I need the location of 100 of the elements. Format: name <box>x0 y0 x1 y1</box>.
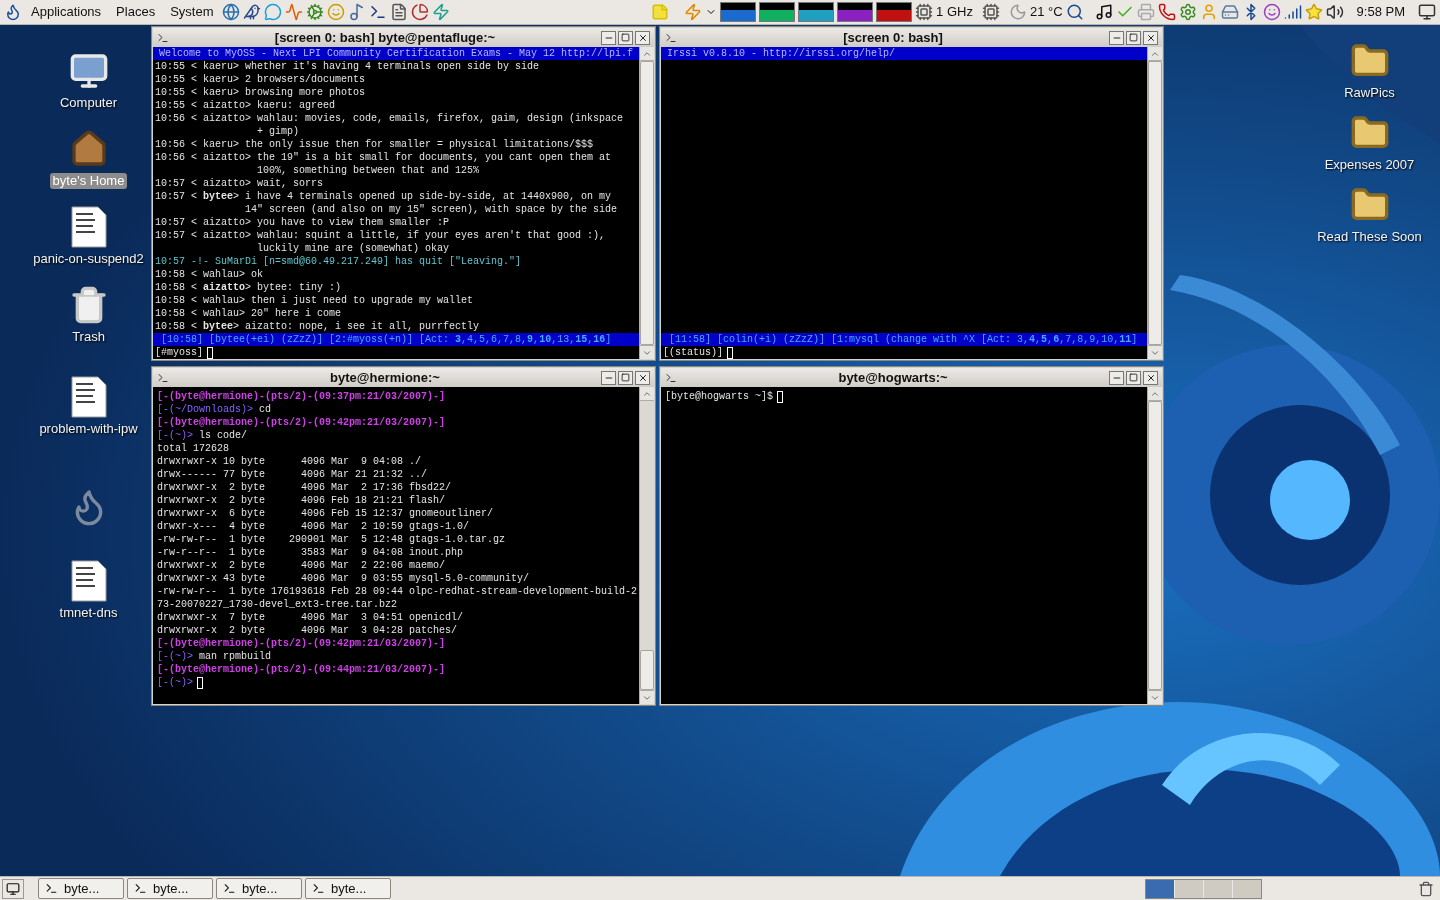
input-prompt: [(status)] <box>663 346 723 359</box>
drive-icon[interactable] <box>1220 3 1239 21</box>
taskbar-button[interactable]: byte... <box>127 878 213 899</box>
trash-icon[interactable] <box>1418 880 1434 897</box>
moon-icon <box>1008 3 1027 21</box>
title-bar[interactable]: [screen 0: bash] <box>661 28 1162 47</box>
output-line: drwxr-x--- 4 byte 4096 Mar 2 10:59 gtags-1.0/ <box>157 520 470 533</box>
smiley-icon[interactable] <box>327 3 346 21</box>
maximize-button[interactable] <box>618 30 633 45</box>
window-title: [screen 0: bash] <box>842 28 944 47</box>
scrollbar[interactable] <box>639 387 654 704</box>
clock[interactable]: 9:58 PM <box>1356 2 1405 22</box>
chat-line: 100%, something between that and 125% <box>256 164 481 177</box>
terminal-icon <box>665 371 677 384</box>
shell-prompt: [-(~)> <box>157 650 193 663</box>
terminal-icon <box>157 371 169 384</box>
title-bar[interactable]: byte@hermione:~ <box>153 368 654 387</box>
logo-icon[interactable] <box>4 3 22 21</box>
chat-line: luckily mine are (somewhat) okay <box>256 242 451 255</box>
terminal-icon[interactable] <box>369 3 388 21</box>
desktop-icon-label[interactable]: Expenses 2007 <box>1321 157 1418 173</box>
bird-icon[interactable] <box>243 3 262 21</box>
close-button[interactable] <box>635 30 650 45</box>
close-button[interactable] <box>1143 30 1158 45</box>
minimize-button[interactable] <box>1109 30 1124 45</box>
maximize-button[interactable] <box>1126 370 1141 385</box>
chat-line: 10:56 < kaeru> the only issue then for smaller = physical limitations/$$$ <box>154 138 595 151</box>
lightning-icon[interactable] <box>432 3 451 21</box>
settings-icon[interactable] <box>1178 3 1197 21</box>
star-icon[interactable] <box>1304 3 1323 21</box>
text-cursor <box>197 676 203 689</box>
workspace-switcher[interactable] <box>1145 878 1262 899</box>
chat-line: 10:57 < aizatto> you have to view them smaller :P <box>154 216 451 229</box>
maximize-icon <box>621 373 630 382</box>
command-text: ls code/ <box>199 429 248 442</box>
document-icon[interactable] <box>390 3 409 21</box>
scroll-thumb[interactable] <box>1148 61 1162 345</box>
maximize-button[interactable] <box>1126 30 1141 45</box>
title-bar[interactable]: byte@hogwarts:~ <box>661 368 1162 387</box>
smiley-icon[interactable] <box>1262 3 1281 21</box>
panel-menu[interactable]: Applications <box>25 2 108 22</box>
desktop-icon-label[interactable]: problem-with-ipw <box>36 421 141 437</box>
desktop-icon-label[interactable]: Read These Soon <box>1314 229 1425 245</box>
chat-line: 10:58 < aizatto> bytee: tiny :) <box>154 281 343 294</box>
text-file-icon <box>70 560 107 602</box>
show-desktop-button[interactable] <box>2 878 24 899</box>
scrollbar[interactable] <box>639 47 654 359</box>
maximize-button[interactable] <box>618 370 633 385</box>
phone-icon[interactable] <box>1157 3 1176 21</box>
volume-icon[interactable] <box>1325 3 1344 21</box>
title-bar[interactable]: [screen 0: bash] byte@pentafluge:~ <box>153 28 654 47</box>
taskbar-button[interactable]: byte... <box>38 878 124 899</box>
globe-icon[interactable] <box>222 3 241 21</box>
output-line: drwxrwxr-x 2 byte 4096 Mar 2 22:06 maemo/ <box>157 559 446 572</box>
chat-line: 10:57 < aizatto> wait, sorrs <box>154 177 325 190</box>
terminal-icon <box>45 882 58 895</box>
output-line: 73-20070227_1730-devel_ext3-tree.tar.bz2 <box>157 598 398 611</box>
chat-line: 10:58 < wahlau> then i just need to upgrade my wallet <box>154 294 475 307</box>
terminal-icon <box>312 882 325 895</box>
taskbar-button[interactable]: byte... <box>216 878 302 899</box>
minimize-button[interactable] <box>1109 370 1124 385</box>
desktop-icon-label[interactable]: Computer <box>56 95 121 111</box>
close-button[interactable] <box>635 370 650 385</box>
music-icon[interactable] <box>1094 3 1113 21</box>
scroll-thumb[interactable] <box>640 650 654 690</box>
desktop-icon <box>6 881 20 896</box>
desktop-icon-label[interactable]: RawPics <box>1341 85 1398 101</box>
monitor-icon[interactable] <box>1418 3 1436 21</box>
command-text: man rpmbuild <box>199 650 272 663</box>
input-prompt: [#myoss] <box>155 346 203 359</box>
terminal-icon <box>134 882 147 895</box>
panel-menu[interactable]: System <box>164 2 220 22</box>
desktop-icon-label[interactable]: Trash <box>69 329 108 345</box>
signal-icon[interactable] <box>1283 3 1302 21</box>
close-icon <box>1145 32 1156 43</box>
waveform-icon[interactable] <box>285 3 304 21</box>
pie-chart-icon[interactable] <box>411 3 430 21</box>
minimize-button[interactable] <box>601 370 616 385</box>
maximize-icon <box>1129 373 1138 382</box>
load-graph <box>876 2 913 22</box>
text-cursor <box>207 346 213 359</box>
chat-line: 10:56 < aizatto> the 19" is a bit small for documents, you cant open them at <box>154 151 613 164</box>
prompt-header: [-(byte@hermione)-(pts/2)-(09:42pm:21/03/2007)-] <box>157 637 447 650</box>
chat-line: 10:58 < wahlau> 20" here i come <box>154 307 343 320</box>
output-line: drwxrwxr-x 43 byte 4096 Mar 9 03:55 mysql-5.0-community/ <box>157 572 530 585</box>
search-icon[interactable] <box>1065 3 1084 21</box>
text-cursor <box>727 346 733 359</box>
computer-icon <box>68 51 109 91</box>
taskbar-button[interactable]: byte... <box>305 878 391 899</box>
gear-icon[interactable] <box>306 3 325 21</box>
scroll-thumb[interactable] <box>640 61 654 345</box>
command-text: cd <box>259 403 272 416</box>
close-button[interactable] <box>1143 370 1158 385</box>
desktop-icon-label[interactable]: panic-on-suspend2 <box>30 251 147 267</box>
minimize-button[interactable] <box>601 30 616 45</box>
desktop-icon-label[interactable]: tmnet-dns <box>56 605 121 621</box>
load-graph <box>720 2 757 22</box>
lightning-icon[interactable] <box>684 3 703 21</box>
panel-menu[interactable]: Places <box>110 2 162 22</box>
scrollbar[interactable] <box>1147 47 1162 359</box>
